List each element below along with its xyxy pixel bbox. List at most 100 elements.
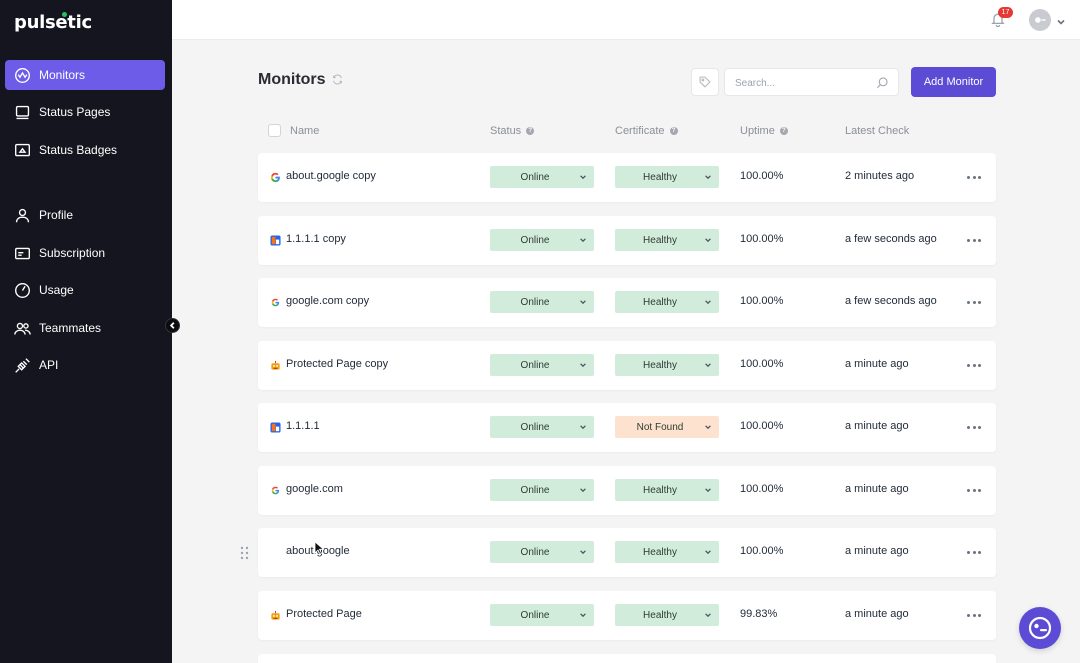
tag-filter-button[interactable] <box>691 68 719 96</box>
status-dropdown[interactable]: Online <box>490 541 594 563</box>
status-dropdown[interactable]: Online <box>490 479 594 501</box>
monitor-name[interactable]: google.com <box>286 483 343 495</box>
monitor-name[interactable]: about.google copy <box>286 170 376 182</box>
chevron-down-icon <box>579 486 587 494</box>
column-header-uptime[interactable]: Uptime? <box>740 125 788 137</box>
column-header-label: Name <box>290 125 320 137</box>
refresh-button[interactable] <box>331 73 345 87</box>
more-options-icon[interactable] <box>967 486 981 494</box>
uptime-value: 99.83% <box>740 608 778 620</box>
monitor-name[interactable]: Protected Page <box>286 608 362 620</box>
more-options-icon[interactable] <box>967 361 981 369</box>
chevron-down-icon <box>704 423 712 431</box>
chevron-down-icon <box>579 236 587 244</box>
sidebar-item-label: Monitors <box>39 68 86 82</box>
certificate-value: Healthy <box>643 546 677 558</box>
robot-favicon-icon <box>269 359 281 371</box>
table-row[interactable]: google.com copy Online Healthy 100.00% a… <box>258 278 996 327</box>
status-value: Online <box>520 546 550 558</box>
help-icon[interactable]: ? <box>526 127 535 135</box>
latest-check-value: a minute ago <box>845 420 909 432</box>
sidebar-item-status-badges[interactable]: Status Badges <box>5 135 165 165</box>
certificate-dropdown[interactable]: Healthy <box>615 604 719 626</box>
column-header-latest-check[interactable]: Latest Check <box>845 125 909 137</box>
topbar: 17 <box>172 0 1080 40</box>
sidebar-item-usage[interactable]: Usage <box>5 275 165 305</box>
column-header-name[interactable]: Name <box>290 125 319 137</box>
table-row[interactable]: Protected Page copy Online Healthy 100.0… <box>258 341 996 390</box>
latest-check-value: a few seconds ago <box>845 233 937 245</box>
certificate-dropdown[interactable]: Healthy <box>615 354 719 376</box>
certificate-value: Healthy <box>643 609 677 621</box>
certificate-dropdown[interactable]: Healthy <box>615 229 719 251</box>
table-row[interactable]: Protected Page Online Healthy 99.83% a m… <box>258 591 996 640</box>
table-row[interactable]: about.google Online Healthy 100.00% a mi… <box>258 528 996 577</box>
drag-handle-icon[interactable] <box>240 546 249 560</box>
certificate-dropdown[interactable]: Healthy <box>615 541 719 563</box>
column-header-status[interactable]: Status? <box>490 125 535 137</box>
latest-check-value: a minute ago <box>845 608 909 620</box>
monitor-name[interactable]: Protected Page copy <box>286 358 388 370</box>
sidebar-item-label: Status Badges <box>39 143 118 157</box>
sidebar-item-monitors[interactable]: Monitors <box>5 60 165 90</box>
status-value: Online <box>520 421 550 433</box>
sidebar-item-subscription[interactable]: Subscription <box>5 238 165 268</box>
more-options-icon[interactable] <box>967 423 981 431</box>
sidebar-item-label: Usage <box>39 283 74 297</box>
status-value: Online <box>520 359 550 371</box>
table-row[interactable]: about.google copy Online Healthy 100.00%… <box>258 153 996 202</box>
certificate-dropdown[interactable]: Not Found <box>615 416 719 438</box>
collapse-sidebar-button[interactable] <box>165 318 180 333</box>
avatar[interactable] <box>1029 9 1051 31</box>
more-options-icon[interactable] <box>967 236 981 244</box>
google-favicon-icon <box>269 171 281 183</box>
status-badges-icon <box>13 141 31 159</box>
column-header-label: Latest Check <box>845 125 910 137</box>
uptime-value: 100.00% <box>740 358 784 370</box>
support-chat-button[interactable] <box>1019 607 1061 649</box>
uptime-value: 100.00% <box>740 483 784 495</box>
table-row[interactable]: 1.1.1.1 Online Not Found 100.00% a minut… <box>258 403 996 452</box>
more-options-icon[interactable] <box>967 548 981 556</box>
help-icon[interactable]: ? <box>669 127 678 135</box>
add-monitor-button[interactable]: Add Monitor <box>911 67 996 97</box>
status-dropdown[interactable]: Online <box>490 354 594 376</box>
chevron-down-icon <box>579 423 587 431</box>
certificate-dropdown[interactable]: Healthy <box>615 479 719 501</box>
status-value: Online <box>520 296 550 308</box>
column-header-certificate[interactable]: Certificate? <box>615 125 678 137</box>
status-dropdown[interactable]: Online <box>490 416 594 438</box>
monitor-name[interactable]: 1.1.1.1 copy <box>286 233 346 245</box>
more-options-icon[interactable] <box>967 298 981 306</box>
status-dropdown[interactable]: Online <box>490 166 594 188</box>
chevron-down-icon <box>704 611 712 619</box>
sidebar-item-profile[interactable]: Profile <box>5 200 165 230</box>
robot-favicon-icon <box>269 609 281 621</box>
uptime-value: 100.00% <box>740 420 784 432</box>
select-all-checkbox[interactable] <box>268 124 281 137</box>
search-input[interactable] <box>735 75 870 91</box>
status-dropdown[interactable]: Online <box>490 291 594 313</box>
api-icon <box>13 356 31 374</box>
table-row[interactable]: 1.1.1.1 copy Online Healthy 100.00% a fe… <box>258 216 996 265</box>
account-menu-toggle[interactable] <box>1056 14 1066 25</box>
more-options-icon[interactable] <box>967 611 981 619</box>
certificate-dropdown[interactable]: Healthy <box>615 291 719 313</box>
sidebar-item-status-pages[interactable]: Status Pages <box>5 97 165 127</box>
certificate-value: Healthy <box>643 359 677 371</box>
certificate-dropdown[interactable]: Healthy <box>615 166 719 188</box>
status-dropdown[interactable]: Online <box>490 229 594 251</box>
table-row[interactable] <box>258 654 996 663</box>
sidebar-item-teammates[interactable]: Teammates <box>5 313 165 343</box>
uptime-value: 100.00% <box>740 233 784 245</box>
table-row[interactable]: google.com Online Healthy 100.00% a minu… <box>258 466 996 515</box>
certificate-value: Healthy <box>643 234 677 246</box>
monitor-name[interactable]: 1.1.1.1 <box>286 420 320 432</box>
status-dropdown[interactable]: Online <box>490 604 594 626</box>
app-logo[interactable]: pulsetic <box>14 12 92 33</box>
more-options-icon[interactable] <box>967 173 981 181</box>
latest-check-value: a minute ago <box>845 358 909 370</box>
help-icon[interactable]: ? <box>779 127 788 135</box>
sidebar-item-api[interactable]: API <box>5 350 165 380</box>
monitor-name[interactable]: google.com copy <box>286 295 369 307</box>
